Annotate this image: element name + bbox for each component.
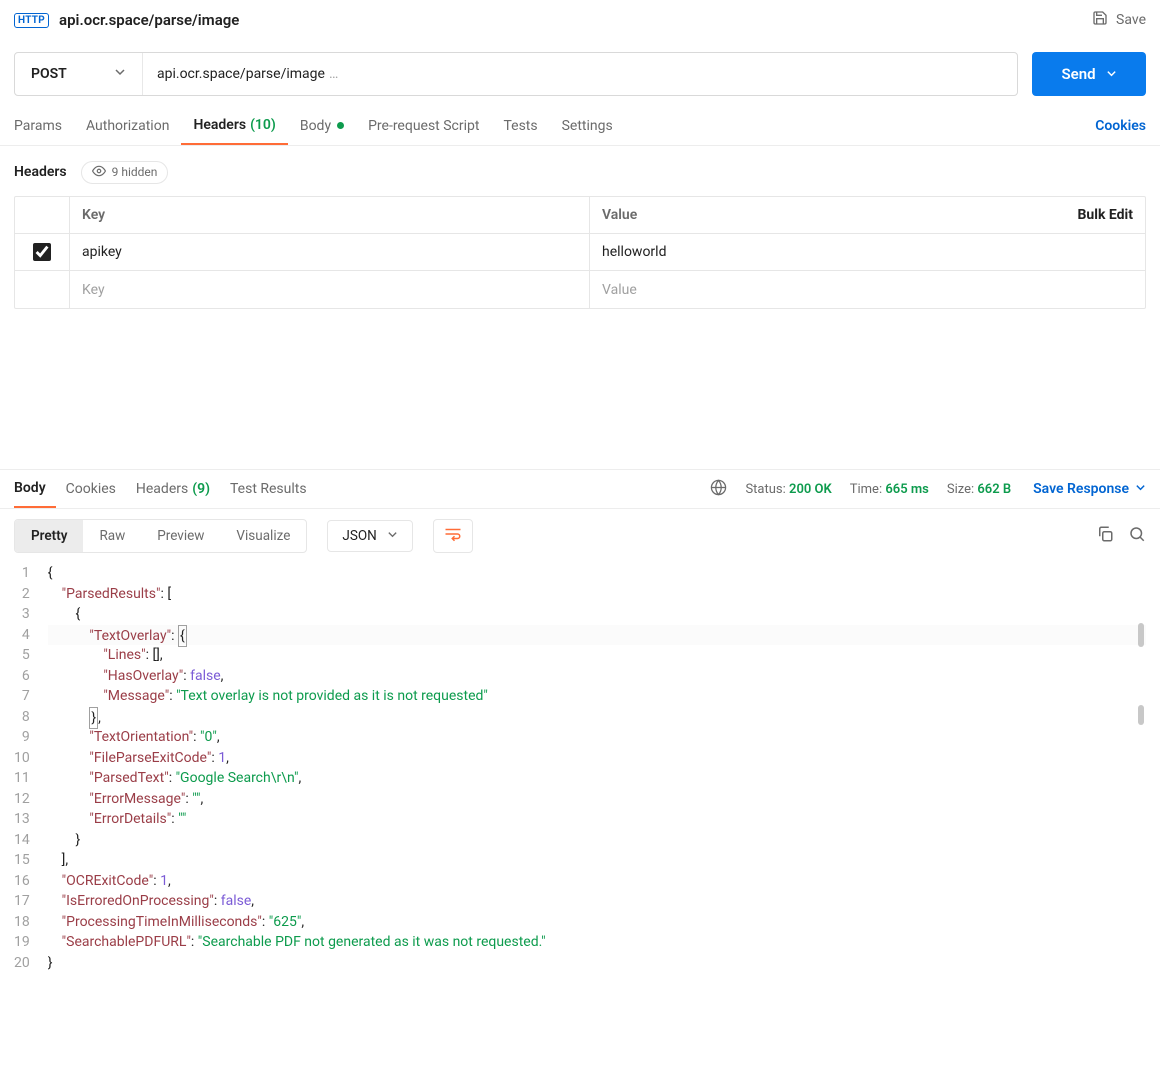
wrap-icon [444, 527, 462, 546]
status-label: Status: [745, 482, 785, 497]
http-method-badge: HTTP [14, 13, 49, 28]
col-value-label: Value [602, 207, 637, 223]
header-key-placeholder: Key [82, 282, 105, 298]
search-response-button[interactable] [1128, 525, 1146, 547]
code-lines: { "ParsedResults": [ { "TextOverlay": { … [48, 563, 1146, 973]
tab-tests-label: Tests [503, 118, 537, 134]
headers-section-title: Headers [14, 164, 67, 180]
save-button[interactable]: Save [1092, 10, 1146, 30]
save-label: Save [1116, 12, 1146, 28]
tab-settings-label: Settings [562, 118, 613, 134]
view-visualize-label: Visualize [236, 528, 290, 544]
resp-tab-headers[interactable]: Headers (9) [126, 470, 220, 508]
size-value: 662 B [977, 482, 1011, 497]
line-gutter: 1234567891011121314151617181920 [14, 563, 48, 973]
resp-tab-cookies[interactable]: Cookies [56, 470, 126, 508]
copy-response-button[interactable] [1096, 525, 1114, 547]
eye-icon [92, 164, 106, 181]
header-val-placeholder: Value [602, 282, 637, 298]
tab-body-label: Body [300, 118, 331, 134]
language-select[interactable]: JSON [327, 520, 412, 552]
tab-pre-request-label: Pre-request Script [368, 118, 479, 134]
view-visualize[interactable]: Visualize [220, 520, 306, 552]
size-block: Size: 662 B [947, 482, 1011, 497]
http-method-select[interactable]: POST [15, 53, 143, 95]
response-body-viewer[interactable]: 1234567891011121314151617181920 { "Parse… [0, 563, 1160, 983]
header-value-cell[interactable]: helloworld [589, 234, 1145, 270]
view-raw-label: Raw [99, 528, 125, 544]
header-val-value: helloworld [602, 244, 666, 260]
time-value: 665 ms [885, 482, 929, 497]
tab-tests[interactable]: Tests [491, 106, 549, 145]
url-value: api.ocr.space/parse/image [157, 66, 325, 82]
header-key-input[interactable]: Key [69, 271, 589, 308]
tab-authorization[interactable]: Authorization [74, 106, 181, 145]
http-method-value: POST [31, 66, 67, 82]
resp-tab-headers-label: Headers [136, 481, 188, 497]
header-enable-checkbox[interactable] [33, 243, 51, 261]
vertical-scrollbar-icon[interactable] [1138, 563, 1144, 973]
resp-tab-cookies-label: Cookies [66, 481, 116, 497]
tab-headers-label: Headers [193, 117, 246, 133]
chevron-down-icon [114, 66, 126, 82]
language-value: JSON [342, 528, 376, 544]
resp-tab-headers-count: (9) [192, 481, 210, 497]
bulk-edit-button[interactable]: Bulk Edit [1077, 207, 1133, 223]
view-raw[interactable]: Raw [83, 520, 141, 552]
wrap-lines-button[interactable] [433, 519, 473, 553]
resp-tab-test-results[interactable]: Test Results [220, 470, 317, 508]
col-key-label: Key [82, 207, 105, 223]
size-label: Size: [947, 482, 974, 497]
globe-icon[interactable] [710, 479, 727, 500]
cookies-link-label: Cookies [1095, 118, 1146, 134]
tab-headers-count: (10) [250, 117, 276, 133]
table-row: Key Value [15, 271, 1145, 308]
chevron-down-icon [1106, 65, 1117, 83]
chevron-down-icon [1135, 481, 1146, 497]
status-value: 200 OK [789, 482, 832, 497]
request-title: api.ocr.space/parse/image [59, 11, 239, 29]
send-label: Send [1061, 65, 1095, 83]
tab-settings[interactable]: Settings [550, 106, 625, 145]
header-key-cell[interactable]: apikey [69, 234, 589, 270]
status-block: Status: 200 OK [745, 482, 831, 497]
time-block: Time: 665 ms [850, 482, 929, 497]
send-button[interactable]: Send [1032, 52, 1146, 96]
body-modified-dot-icon [337, 122, 344, 129]
view-mode-segment: Pretty Raw Preview Visualize [14, 519, 307, 553]
save-response-button[interactable]: Save Response [1033, 481, 1146, 497]
view-preview[interactable]: Preview [141, 520, 220, 552]
hidden-headers-label: 9 hidden [112, 165, 158, 179]
resp-tab-body[interactable]: Body [14, 470, 56, 508]
header-key-value: apikey [82, 244, 122, 260]
resp-tab-test-results-label: Test Results [230, 481, 307, 497]
tab-pre-request[interactable]: Pre-request Script [356, 106, 491, 145]
save-response-label: Save Response [1033, 481, 1129, 497]
resp-tab-body-label: Body [14, 480, 46, 496]
chevron-down-icon [387, 528, 398, 544]
headers-table-header: Key Value Bulk Edit [15, 197, 1145, 234]
tab-params[interactable]: Params [14, 106, 74, 145]
header-value-input[interactable]: Value [589, 271, 1145, 308]
url-input[interactable]: api.ocr.space/parse/image … [143, 53, 1017, 95]
tab-body[interactable]: Body [288, 106, 356, 145]
tab-headers[interactable]: Headers (10) [181, 106, 287, 145]
cookies-link[interactable]: Cookies [1095, 118, 1146, 134]
tab-params-label: Params [14, 118, 62, 134]
save-icon [1092, 10, 1108, 30]
view-pretty[interactable]: Pretty [15, 520, 83, 552]
view-pretty-label: Pretty [31, 528, 67, 544]
url-ellipsis: … [329, 66, 338, 82]
hidden-headers-pill[interactable]: 9 hidden [81, 161, 169, 184]
time-label: Time: [850, 482, 882, 497]
view-preview-label: Preview [157, 528, 204, 544]
table-row: apikey helloworld [15, 234, 1145, 271]
tab-authorization-label: Authorization [86, 118, 169, 134]
